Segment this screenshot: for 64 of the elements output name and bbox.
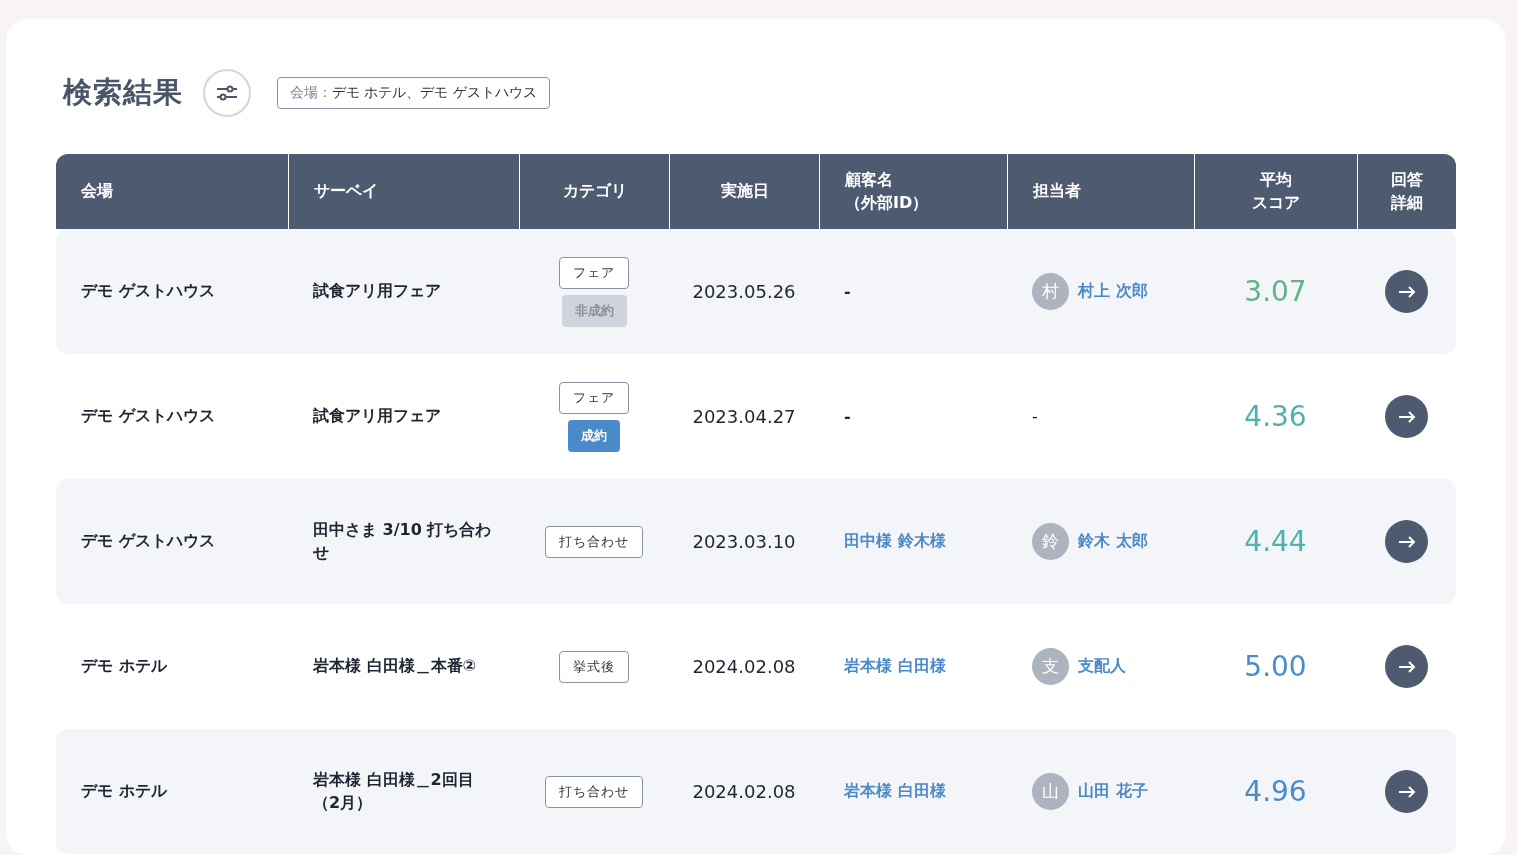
arrow-right-icon — [1397, 660, 1416, 673]
response-detail-button[interactable] — [1385, 395, 1428, 438]
survey-name[interactable]: 岩本様 白田様＿2回目（2月） — [313, 769, 499, 814]
staff-link[interactable]: 鈴木 太郎 — [1078, 531, 1148, 552]
response-detail-button[interactable] — [1385, 645, 1428, 688]
sliders-icon — [216, 85, 238, 101]
staff-avatar: 鈴 — [1032, 523, 1069, 560]
staff-link[interactable]: 山田 花子 — [1078, 781, 1148, 802]
column-header: 回答 詳細 — [1391, 169, 1423, 214]
date-text: 2023.03.10 — [692, 531, 796, 552]
column-header: 担当者 — [1033, 180, 1081, 203]
arrow-right-icon — [1397, 535, 1416, 548]
customer-link[interactable]: 田中様 鈴木様 — [844, 531, 946, 552]
customer-link[interactable]: 岩本様 白田様 — [844, 656, 946, 677]
column-header: サーベイ — [314, 180, 378, 203]
staff-link[interactable]: 村上 次郎 — [1078, 281, 1148, 302]
arrow-right-icon — [1397, 785, 1416, 798]
survey-name[interactable]: 田中さま 3/10 打ち合わせ — [313, 519, 499, 564]
survey-name[interactable]: 試食アリ用フェア — [313, 280, 441, 303]
average-score: 4.36 — [1244, 400, 1307, 433]
column-header: 平均 スコア — [1252, 169, 1300, 214]
response-detail-button[interactable] — [1385, 520, 1428, 563]
category-tag: 打ち合わせ — [545, 775, 643, 808]
staff-link[interactable]: 支配人 — [1078, 656, 1126, 677]
column-header: カテゴリ — [562, 180, 627, 203]
customer-name: - — [844, 407, 851, 426]
arrow-right-icon — [1397, 285, 1416, 298]
response-detail-button[interactable] — [1385, 270, 1428, 313]
venue-name: デモ ゲストハウス — [81, 405, 215, 428]
date-text: 2023.05.26 — [692, 281, 796, 302]
venue-name: デモ ホテル — [81, 655, 167, 678]
column-header: 顧客名 （外部ID） — [845, 169, 929, 214]
category-tag: フェア — [559, 381, 629, 414]
arrow-right-icon — [1397, 410, 1416, 423]
date-text: 2024.02.08 — [692, 656, 796, 677]
customer-name: - — [844, 282, 851, 301]
column-header: 会場 — [81, 180, 113, 203]
filter-label: 会場： — [290, 84, 332, 102]
contract-status-tag: 非成約 — [561, 294, 627, 327]
venue-name: デモ ホテル — [81, 780, 167, 803]
page-title: 検索結果 — [63, 74, 183, 111]
venue-name: デモ ゲストハウス — [81, 530, 215, 553]
date-text: 2023.04.27 — [692, 406, 796, 427]
survey-name[interactable]: 試食アリ用フェア — [313, 405, 441, 428]
customer-link[interactable]: 岩本様 白田様 — [844, 781, 946, 802]
venue-name: デモ ゲストハウス — [81, 280, 215, 303]
average-score: 3.07 — [1244, 275, 1307, 308]
average-score: 4.96 — [1244, 775, 1307, 808]
filter-button[interactable] — [203, 69, 251, 117]
date-text: 2024.02.08 — [692, 781, 796, 802]
column-header: 実施日 — [720, 180, 769, 203]
category-tag: フェア — [559, 256, 629, 289]
staff-name: - — [1032, 407, 1038, 426]
category-tag: 挙式後 — [559, 650, 629, 683]
staff-avatar: 山 — [1032, 773, 1069, 810]
staff-avatar: 支 — [1032, 648, 1069, 685]
average-score: 5.00 — [1244, 650, 1307, 683]
category-tag: 打ち合わせ — [545, 525, 643, 558]
response-detail-button[interactable] — [1385, 770, 1428, 813]
filter-value: デモ ホテル、デモ ゲストハウス — [332, 84, 537, 102]
staff-avatar: 村 — [1032, 273, 1069, 310]
contract-status-tag: 成約 — [568, 419, 620, 452]
survey-name[interactable]: 岩本様 白田様＿本番② — [313, 655, 477, 678]
average-score: 4.44 — [1244, 525, 1307, 558]
